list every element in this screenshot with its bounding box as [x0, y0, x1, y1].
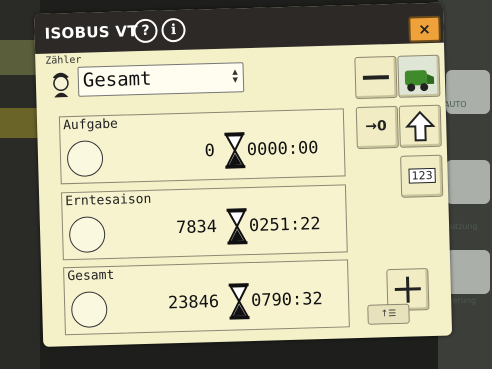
info-icon[interactable]: i [161, 17, 186, 43]
dropdown-arrows-icon: ▲ ▼ [232, 67, 239, 86]
counter-display-button[interactable]: 123 [400, 154, 444, 198]
left-bezel [0, 0, 40, 369]
counter-dropdown-value: Gesamt [82, 67, 152, 92]
background-label-auto: AUTO [444, 100, 467, 109]
counter-select-label: Zähler [45, 54, 82, 67]
background-button-partierung [446, 250, 490, 294]
counter-title: Gesamt [67, 267, 115, 285]
isobus-vt-window: ISOBUS VT ? i × Zähler Gesamt ▲ ▼ Aufgabe… [34, 2, 453, 347]
counter-panel-aufgabe: Aufgabe 0 0000:00 [58, 108, 346, 185]
counter-count: 7834 [175, 216, 218, 239]
reset-counter-button[interactable]: →0 [355, 105, 399, 150]
counter-panel-gesamt: Gesamt 23846 0790:32 [63, 259, 350, 336]
bezel-strip-yellow [0, 108, 40, 138]
counter-count: 0 [204, 141, 216, 162]
arrow-up-button[interactable] [398, 104, 442, 148]
hourglass-icon [228, 283, 250, 320]
counter-panel-erntesaison: Erntesaison 7834 0251:22 [60, 184, 348, 261]
minus-button[interactable] [354, 55, 398, 100]
close-button[interactable]: × [408, 15, 441, 43]
counter-title: Erntesaison [65, 191, 152, 210]
counter-count: 23846 [167, 291, 220, 314]
background-button-nutzung [446, 160, 490, 204]
list-sort-button[interactable]: ↑☰ [367, 303, 410, 325]
counter-status-circle [68, 216, 106, 254]
baler-button[interactable] [397, 54, 441, 98]
hourglass-icon [224, 132, 246, 169]
counter-time: 0251:22 [248, 214, 321, 237]
counter-time: 0000:00 [246, 138, 319, 161]
arrow-up-icon [405, 110, 436, 142]
baler-icon [404, 70, 435, 92]
reset-counter-icon: →0 [365, 118, 387, 135]
counter-dropdown[interactable]: Gesamt ▲ ▼ [77, 62, 245, 97]
counter-title: Aufgabe [62, 116, 119, 134]
title-bar: ISOBUS VT ? i × [34, 2, 444, 54]
window-title: ISOBUS VT [44, 22, 139, 43]
counter-status-circle [70, 291, 108, 329]
minus-icon [362, 75, 389, 80]
hourglass-icon [226, 208, 248, 245]
counter-digits-icon: 123 [408, 167, 436, 184]
operator-icon [52, 72, 69, 98]
counter-time: 0790:32 [250, 289, 324, 312]
help-icon[interactable]: ? [133, 18, 158, 44]
counter-status-circle [66, 140, 104, 178]
